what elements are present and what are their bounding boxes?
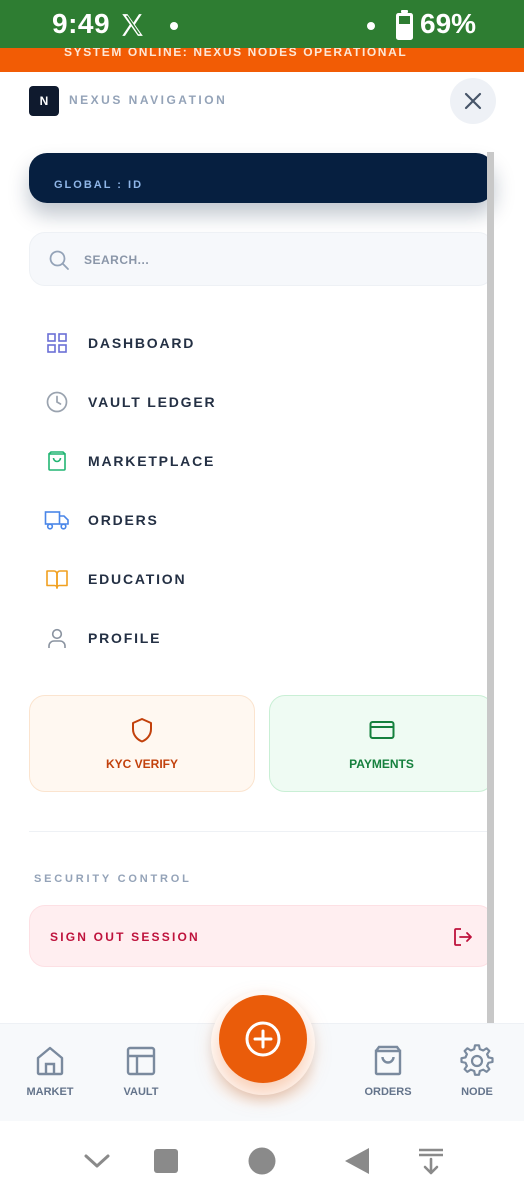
kyc-verify-card[interactable]: KYC VERIFY xyxy=(29,695,255,792)
back-icon[interactable] xyxy=(343,1146,373,1176)
menu-item-vault-ledger[interactable]: VAULT LEDGER xyxy=(44,382,464,422)
search-input[interactable] xyxy=(84,247,464,273)
nav-label: ORDERS xyxy=(364,1086,412,1098)
logo: N xyxy=(29,86,59,116)
close-button[interactable] xyxy=(450,78,496,124)
global-id-label: GLOBAL : ID xyxy=(54,179,144,191)
book-icon xyxy=(44,566,70,592)
payments-card[interactable]: PAYMENTS xyxy=(269,695,494,792)
download-icon[interactable] xyxy=(416,1146,446,1176)
scrollbar[interactable] xyxy=(487,152,494,1024)
sign-out-label: SIGN OUT SESSION xyxy=(50,930,200,944)
grid-icon xyxy=(44,330,70,356)
nav-node[interactable]: NODE xyxy=(437,1044,517,1098)
nav-label: NODE xyxy=(461,1086,493,1098)
menu-item-label: VAULT LEDGER xyxy=(88,394,217,410)
nav-label: MARKET xyxy=(26,1086,74,1098)
add-button[interactable] xyxy=(219,995,307,1083)
battery-percent: 69% xyxy=(420,8,477,39)
home-circle-icon[interactable] xyxy=(247,1146,277,1176)
payments-label: PAYMENTS xyxy=(349,757,414,771)
logout-icon xyxy=(454,928,472,946)
clock-icon xyxy=(44,389,70,415)
gear-icon xyxy=(460,1044,494,1076)
nav-label: VAULT xyxy=(123,1086,159,1098)
menu-item-orders[interactable]: ORDERS xyxy=(44,500,464,540)
divider xyxy=(29,831,489,832)
notification-dot-icon xyxy=(170,22,178,30)
truck-icon xyxy=(44,507,70,533)
global-id-card[interactable]: GLOBAL : ID xyxy=(29,153,494,203)
layout-icon xyxy=(126,1046,156,1076)
battery-icon xyxy=(396,10,413,40)
menu-item-dashboard[interactable]: DASHBOARD xyxy=(44,323,464,363)
nav-orders[interactable]: ORDERS xyxy=(348,1044,428,1098)
system-nav-bar xyxy=(0,1121,524,1200)
security-section-label: SECURITY CONTROL xyxy=(34,873,192,885)
sign-out-button[interactable]: SIGN OUT SESSION xyxy=(29,905,494,967)
drawer-title: NEXUS NAVIGATION xyxy=(69,93,228,107)
nav-market[interactable]: MARKET xyxy=(10,1044,90,1098)
menu-item-label: ORDERS xyxy=(88,512,159,528)
status-bar: 9:49 69% xyxy=(0,0,524,48)
shopping-bag-icon xyxy=(44,448,70,474)
user-icon xyxy=(44,625,70,651)
chevron-down-icon[interactable] xyxy=(82,1146,112,1176)
close-icon xyxy=(464,92,482,110)
search-box[interactable] xyxy=(29,232,494,286)
banner-text: SYSTEM ONLINE: NEXUS NODES OPERATIONAL xyxy=(64,48,408,59)
menu-item-label: DASHBOARD xyxy=(88,335,196,351)
menu-item-label: MARKETPLACE xyxy=(88,453,216,469)
menu-item-education[interactable]: EDUCATION xyxy=(44,559,464,599)
x-logo-icon xyxy=(122,14,143,36)
system-banner: SYSTEM ONLINE: NEXUS NODES OPERATIONAL xyxy=(0,48,524,72)
plus-circle-icon xyxy=(245,1021,281,1057)
menu-item-profile[interactable]: PROFILE xyxy=(44,618,464,658)
credit-card-icon xyxy=(369,721,394,739)
menu-item-label: EDUCATION xyxy=(88,571,187,587)
kyc-verify-label: KYC VERIFY xyxy=(105,757,178,771)
menu-item-marketplace[interactable]: MARKETPLACE xyxy=(44,441,464,481)
home-icon xyxy=(36,1046,64,1076)
search-icon xyxy=(49,250,69,270)
notification-dot-icon xyxy=(367,22,375,30)
menu-item-label: PROFILE xyxy=(88,630,162,646)
status-time: 9:49 xyxy=(52,8,111,39)
shield-icon xyxy=(132,718,152,743)
shopping-bag-icon xyxy=(374,1045,402,1076)
recents-icon[interactable] xyxy=(151,1146,181,1176)
logo-letter: N xyxy=(39,94,49,108)
nav-vault[interactable]: VAULT xyxy=(101,1044,181,1098)
